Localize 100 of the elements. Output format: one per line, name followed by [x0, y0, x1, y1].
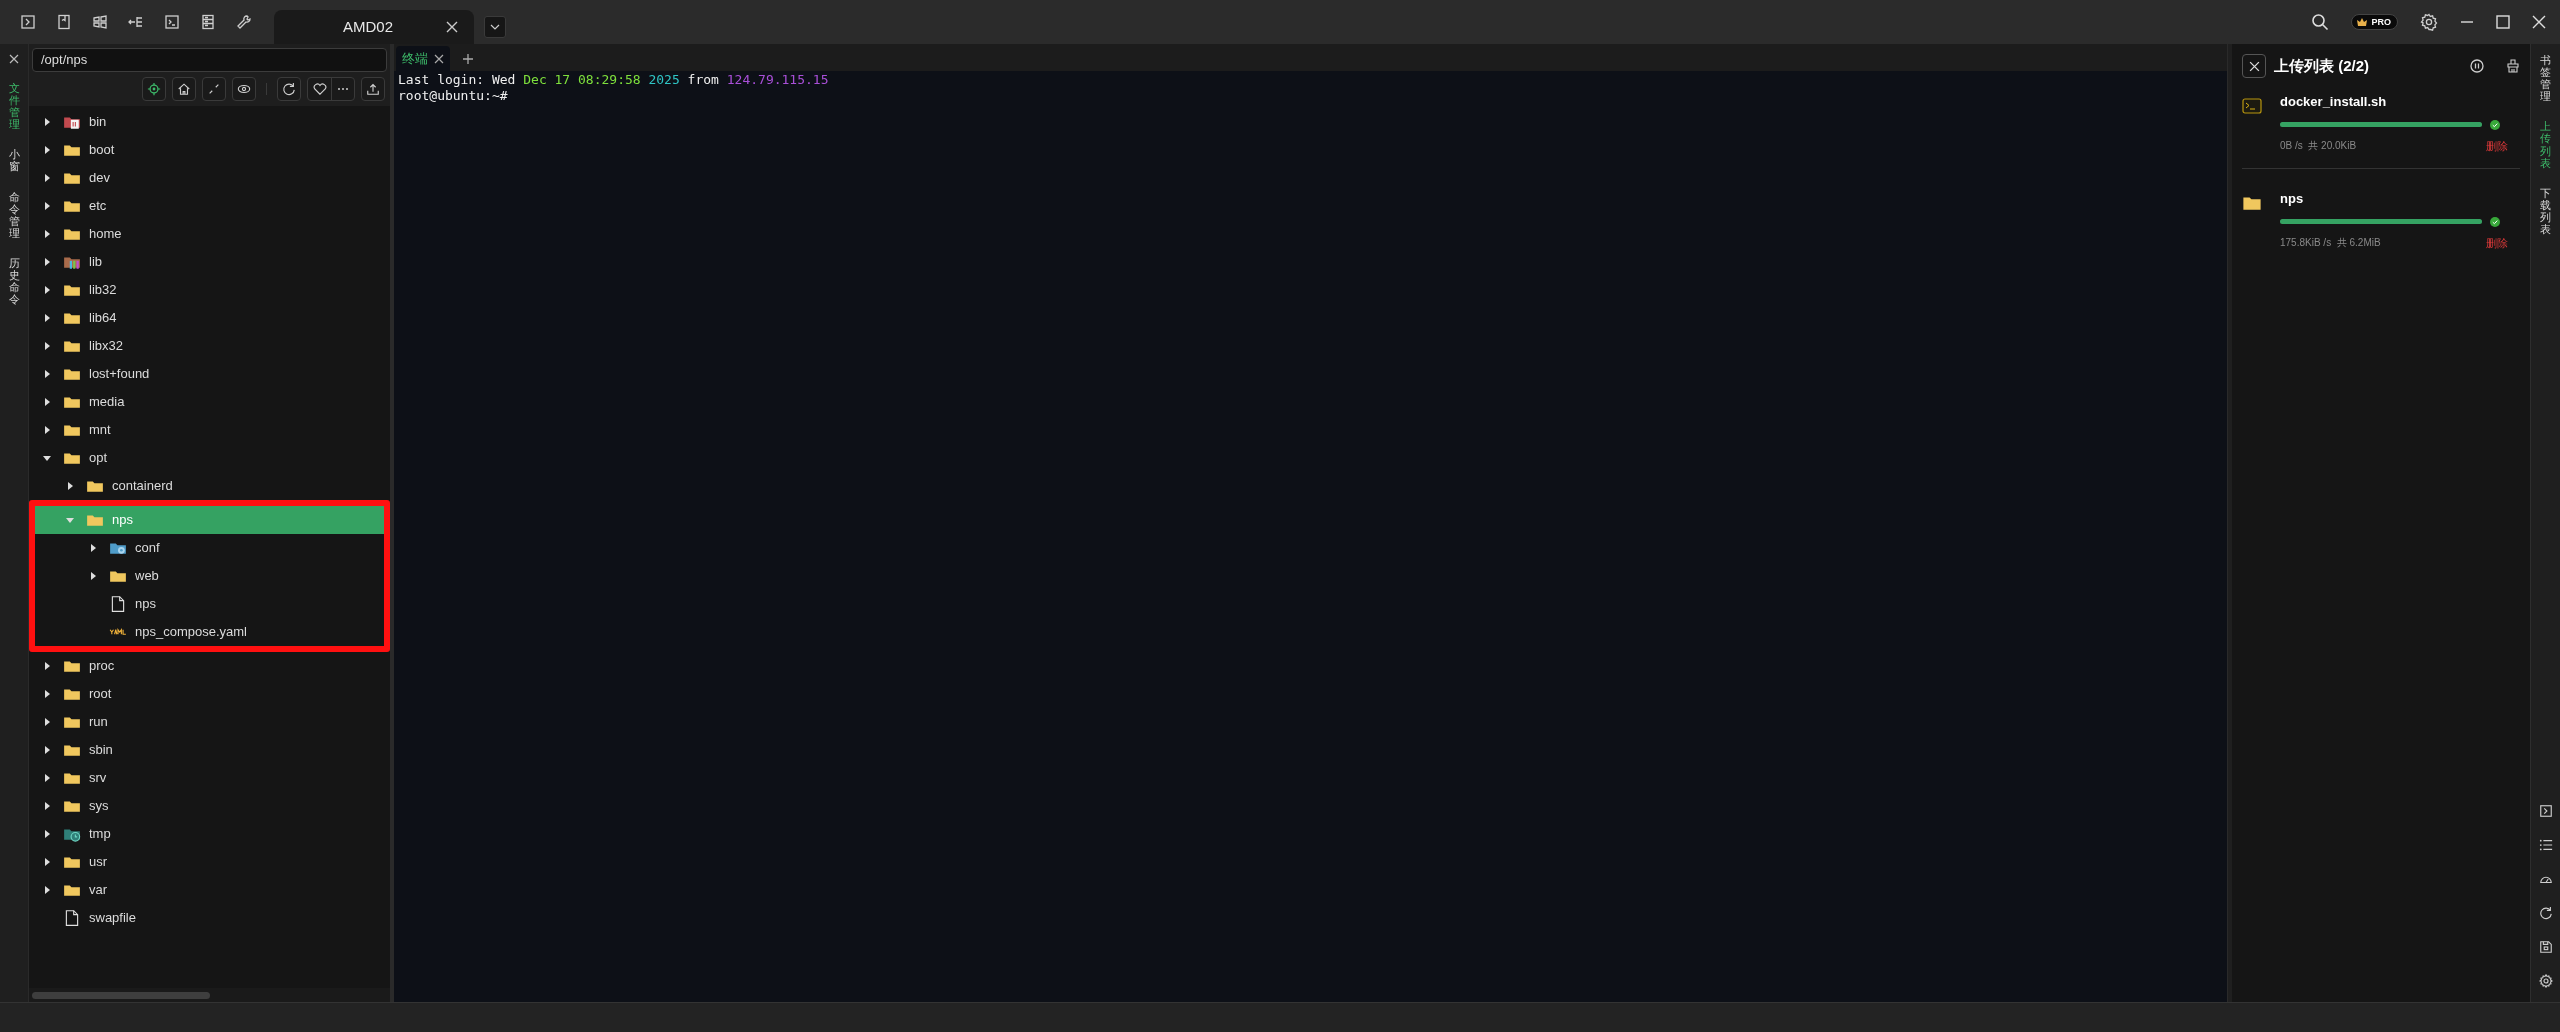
terminal-icon[interactable]	[20, 14, 36, 30]
close-icon[interactable]	[446, 21, 458, 33]
crown-icon	[2356, 17, 2369, 27]
tree-row[interactable]: etc	[29, 191, 390, 220]
pause-icon[interactable]	[2470, 59, 2484, 73]
collapsed-arrow-icon[interactable]	[43, 397, 51, 406]
collapsed-arrow-icon[interactable]	[43, 229, 51, 238]
tree-row[interactable]: nps	[35, 589, 384, 618]
tree-row[interactable]: opt	[29, 443, 390, 472]
tree-row[interactable]: libx32	[29, 331, 390, 360]
tree-row[interactable]: lib64	[29, 303, 390, 332]
collapsed-arrow-icon[interactable]	[43, 661, 51, 670]
tree-row[interactable]: containerd	[29, 471, 390, 500]
close-panel-button[interactable]	[2242, 54, 2266, 78]
close-icon[interactable]	[9, 54, 19, 64]
tree-row[interactable]: boot	[29, 135, 390, 164]
collapsed-arrow-icon[interactable]	[43, 341, 51, 350]
tree-row[interactable]: mnt	[29, 415, 390, 444]
tree-row[interactable]: lib	[29, 247, 390, 276]
locate-button[interactable]	[142, 76, 166, 101]
tree-row[interactable]: root	[29, 679, 390, 708]
expanded-arrow-icon[interactable]	[43, 453, 51, 462]
collapsed-arrow-icon[interactable]	[43, 313, 51, 322]
upload-icon	[366, 81, 380, 96]
session-tab[interactable]: AMD02	[274, 10, 474, 44]
tree-row[interactable]: run	[29, 707, 390, 736]
rail-tab[interactable]: 文件管理	[8, 82, 20, 131]
transfer-list-icon[interactable]	[128, 14, 144, 30]
close-icon[interactable]	[434, 53, 444, 64]
rail-tab[interactable]: 历史命令	[8, 256, 20, 306]
scrollbar-thumb[interactable]	[32, 991, 210, 999]
collapsed-arrow-icon[interactable]	[43, 829, 51, 838]
collapsed-arrow-icon[interactable]	[43, 257, 51, 266]
collapsed-arrow-icon[interactable]	[43, 173, 51, 182]
tree-row[interactable]: nps_compose.yaml	[35, 617, 384, 646]
collapsed-arrow-icon[interactable]	[43, 425, 51, 434]
tree-row[interactable]: usr	[29, 847, 390, 876]
tree-row[interactable]: home	[29, 219, 390, 248]
maximize-icon[interactable]	[2496, 15, 2510, 29]
collapsed-arrow-icon[interactable]	[43, 801, 51, 810]
tree-row[interactable]: media	[29, 387, 390, 416]
list-icon[interactable]	[2538, 838, 2553, 852]
collapsed-arrow-icon[interactable]	[43, 857, 51, 866]
terminal-tab[interactable]: 终端	[396, 46, 450, 71]
refresh-button[interactable]	[277, 76, 301, 101]
collapsed-arrow-icon[interactable]	[43, 145, 51, 154]
terminal-text: Dec 17 08:29:58	[523, 72, 642, 87]
rail-tab[interactable]: 上传列表	[2540, 120, 2551, 169]
bookmark-icon[interactable]	[56, 14, 72, 30]
clear-icon[interactable]	[2506, 59, 2520, 73]
tree-row[interactable]: bin	[29, 107, 390, 136]
collapsed-arrow-icon[interactable]	[43, 885, 51, 894]
tree-row[interactable]: web	[35, 561, 384, 590]
tree-row[interactable]: lib32	[29, 275, 390, 304]
tree-row[interactable]: dev	[29, 163, 390, 192]
home-button[interactable]	[172, 76, 196, 101]
tree-row[interactable]: proc	[29, 651, 390, 680]
save-icon[interactable]	[2538, 940, 2553, 954]
server-icon[interactable]	[200, 14, 216, 30]
windows-icon[interactable]	[92, 14, 108, 30]
dropdown-button[interactable]	[484, 16, 506, 38]
rail-tab[interactable]: 命令管理	[8, 190, 20, 239]
tree-row[interactable]: sys	[29, 791, 390, 820]
wrench-icon[interactable]	[236, 14, 252, 30]
collapsed-arrow-icon[interactable]	[43, 117, 51, 126]
settings-icon[interactable]	[2420, 13, 2438, 31]
console-icon[interactable]	[164, 14, 180, 30]
terminal-text: 2025	[648, 72, 681, 87]
collapsed-arrow-icon[interactable]	[43, 369, 51, 378]
caret-icon	[490, 24, 500, 30]
collapsed-arrow-icon[interactable]	[89, 571, 97, 580]
rail-tab[interactable]: 小窗	[8, 148, 20, 173]
collapsed-arrow-icon[interactable]	[43, 745, 51, 754]
terminal-icon[interactable]	[2538, 804, 2553, 818]
view-button[interactable]	[232, 76, 256, 101]
tree-row[interactable]: lost+found	[29, 359, 390, 388]
search-icon[interactable]	[2311, 13, 2330, 31]
delete-link[interactable]: 删除	[2486, 234, 2508, 251]
tree-row[interactable]: tmp	[29, 819, 390, 848]
rail-tab[interactable]: 下载列表	[2540, 186, 2551, 236]
collapsed-arrow-icon[interactable]	[89, 543, 97, 552]
refresh-icon[interactable]	[2538, 906, 2553, 920]
transfer-stats: 175.8KiB /s 共 6.2MiB	[2280, 236, 2382, 251]
rail-tab[interactable]: 书签管理	[2540, 54, 2551, 103]
upload-button[interactable]	[361, 76, 385, 101]
collapsed-arrow-icon[interactable]	[43, 285, 51, 294]
pro-badge[interactable]: PRO	[2351, 14, 2398, 30]
tree-row[interactable]: var	[29, 875, 390, 904]
tree-row[interactable]: sbin	[29, 735, 390, 764]
tree-row[interactable]: srv	[29, 763, 390, 792]
collapsed-arrow-icon[interactable]	[43, 773, 51, 782]
tree-row[interactable]: swapfile	[29, 903, 390, 932]
collapsed-arrow-icon[interactable]	[43, 689, 51, 698]
collapsed-arrow-icon[interactable]	[43, 717, 51, 726]
delete-link[interactable]: 删除	[2486, 137, 2508, 154]
tree-row[interactable]: conf	[35, 533, 384, 562]
settings-icon[interactable]	[2538, 974, 2553, 988]
collapsed-arrow-icon[interactable]	[43, 201, 51, 210]
collapsed-arrow-icon[interactable]	[66, 481, 74, 490]
path-field[interactable]: /opt/nps	[32, 47, 387, 72]
